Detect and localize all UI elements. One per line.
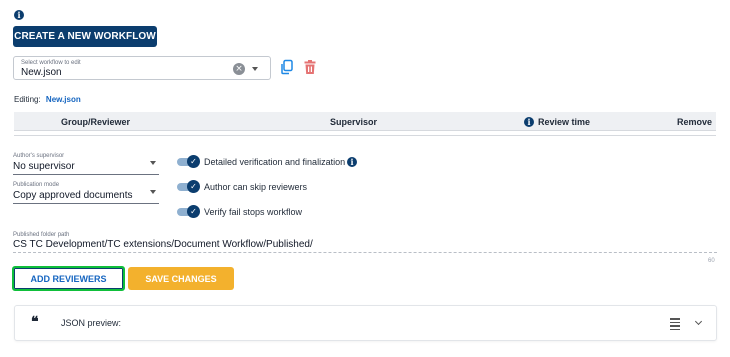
- published-path-caption: Published folder path: [13, 232, 70, 238]
- reviewers-table-body: [14, 131, 716, 136]
- quote-icon: ❝: [31, 314, 39, 330]
- chevron-down-icon: [150, 190, 156, 194]
- published-path-value: CS TC Development/TC extensions/Document…: [13, 239, 313, 250]
- character-counter: 60: [708, 258, 715, 264]
- editing-file: New.json: [45, 95, 81, 104]
- toggle-label: Verify fail stops workflow: [204, 207, 303, 217]
- check-icon: ✓: [187, 205, 200, 218]
- column-remove: Remove: [677, 117, 713, 127]
- reviewers-table-header: Group/Reviewer Supervisor i Review time …: [14, 112, 716, 131]
- workflow-select-value: New.json: [21, 67, 62, 78]
- toggle-label: Detailed verification and finalization: [204, 157, 346, 167]
- check-icon: ✓: [187, 155, 200, 168]
- author-supervisor-value: No supervisor: [13, 161, 75, 172]
- author-supervisor-select[interactable]: Author's supervisor No supervisor: [13, 153, 159, 175]
- create-workflow-button[interactable]: CREATE A NEW WORKFLOW: [13, 26, 157, 47]
- menu-icon[interactable]: [670, 318, 680, 332]
- published-path-field[interactable]: Published folder path CS TC Development/…: [13, 232, 717, 254]
- copy-icon[interactable]: [279, 59, 295, 75]
- publication-mode-select[interactable]: Publication mode Copy approved documents: [13, 182, 159, 204]
- info-icon[interactable]: i: [524, 117, 534, 127]
- json-preview-label: JSON preview:: [61, 318, 122, 328]
- column-supervisor: Supervisor: [330, 117, 378, 127]
- editing-indicator: Editing: New.json: [14, 95, 81, 104]
- column-review-time: Review time: [538, 117, 591, 127]
- workflow-select-caption: Select workflow to edit: [21, 60, 81, 66]
- publication-mode-caption: Publication mode: [13, 182, 60, 188]
- info-icon[interactable]: i: [14, 10, 24, 20]
- editing-label: Editing:: [14, 95, 41, 104]
- chevron-down-icon: [150, 161, 156, 165]
- author-supervisor-caption: Author's supervisor: [13, 153, 65, 159]
- info-icon[interactable]: i: [347, 157, 357, 167]
- trash-icon[interactable]: [302, 59, 318, 75]
- check-icon: ✓: [187, 180, 200, 193]
- add-reviewers-button[interactable]: ADD REVIEWERS: [12, 266, 125, 291]
- clear-icon[interactable]: ×: [233, 63, 245, 75]
- save-changes-button[interactable]: SAVE CHANGES: [128, 267, 234, 290]
- field-underline: [13, 203, 159, 204]
- workflow-select[interactable]: Select workflow to edit New.json ×: [13, 56, 271, 80]
- publication-mode-value: Copy approved documents: [13, 190, 133, 201]
- json-preview-panel[interactable]: ❝ JSON preview:: [14, 305, 717, 341]
- chevron-down-icon[interactable]: [252, 67, 258, 71]
- column-group-reviewer: Group/Reviewer: [61, 117, 131, 127]
- field-underline: [13, 252, 717, 253]
- field-underline: [13, 174, 159, 175]
- chevron-down-icon[interactable]: [694, 317, 703, 326]
- toggle-label: Author can skip reviewers: [204, 182, 308, 192]
